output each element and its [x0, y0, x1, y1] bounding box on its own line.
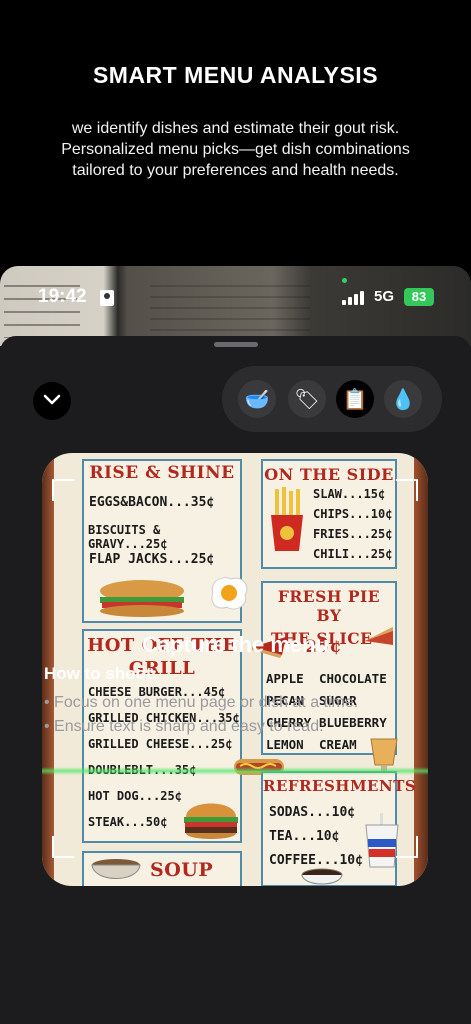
frame-corner — [52, 479, 74, 501]
mode-label-button[interactable]: 🏷 — [288, 380, 326, 418]
mode-selector: 🥣 🏷 📋 💧 — [222, 366, 442, 432]
capture-title: Capture the menu — [141, 632, 330, 657]
pie-flavor: APPLE — [266, 671, 304, 686]
mode-menu-button[interactable]: 📋 — [336, 380, 374, 418]
coffee-cup-illustration — [301, 868, 343, 885]
pie-flavor: BLUEBERRY — [319, 715, 387, 730]
soup-bowl-illustration — [91, 859, 141, 879]
menu-section-soup: SOUP — [82, 851, 242, 886]
tip-item: • Ensure text is sharp and easy to read. — [44, 718, 324, 735]
fries-illustration — [271, 487, 303, 551]
collapse-button[interactable] — [33, 382, 71, 420]
page-title: SMART MENU ANALYSIS — [92, 62, 379, 88]
tag-icon: 🏷 — [294, 387, 320, 411]
menu-item: CHIPS...10¢ — [313, 507, 393, 521]
sandwich-illustration — [100, 580, 184, 617]
section-title: SOUP — [150, 859, 214, 881]
id-card-icon — [100, 290, 114, 306]
menu-item: SLAW...15¢ — [313, 487, 386, 501]
tip-item: • Focus on one menu page or dish at a ti… — [44, 694, 359, 711]
section-title: REFRESHMENTS — [263, 777, 417, 795]
status-bar: 19:42 5G 83 — [0, 278, 471, 312]
menu-item: CHILI...25¢ — [313, 547, 393, 561]
menu-item: FRIES...25¢ — [313, 527, 393, 541]
mode-dish-button[interactable]: 🥣 — [238, 380, 276, 418]
menu-item: SODAS...10¢ — [269, 805, 356, 820]
menu-item: TEA...10¢ — [269, 829, 340, 844]
menu-item: BISCUITS & GRAVY...25¢ — [88, 523, 168, 551]
menu-item: HOT DOG...25¢ — [88, 789, 182, 803]
mode-drink-button[interactable]: 💧 — [384, 380, 422, 418]
network-type: 5G — [374, 288, 395, 305]
feature-description: we identify dishes and estimate their go… — [61, 120, 410, 179]
bowl-icon: 🥣 — [244, 387, 270, 411]
frame-corner — [396, 836, 418, 858]
signal-icon — [342, 291, 364, 305]
section-title: RISE & SHINE — [89, 463, 235, 483]
pie-flavor: CHOCOLATE — [319, 671, 387, 686]
section-title: ON THE SIDE — [264, 465, 394, 484]
camera-indicator-icon — [342, 278, 347, 283]
fried-egg-illustration — [211, 577, 248, 610]
intro-section: SMART MENU ANALYSIS we identify dishes a… — [0, 0, 471, 270]
menu-item: EGGS&BACON...35¢ — [89, 495, 215, 510]
how-to-shoot-heading: How to shoot: — [44, 664, 158, 683]
menu-item: FLAP JACKS...25¢ — [89, 552, 215, 567]
water-drop-icon: 💧 — [390, 387, 416, 411]
status-time: 19:42 — [38, 286, 87, 307]
clipboard-icon: 📋 — [342, 387, 368, 411]
frame-corner — [396, 479, 418, 501]
menu-item: COFFEE...10¢ — [269, 853, 363, 868]
chevron-down-icon — [43, 394, 61, 405]
battery-indicator: 83 — [404, 288, 434, 306]
pie-flavor: CREAM — [319, 737, 357, 752]
menu-section-on-the-side: ON THE SIDE SLAW...15¢ CHIPS...10¢ FRIES… — [261, 459, 397, 569]
sheet-grabber[interactable] — [214, 342, 258, 347]
burger-illustration — [184, 803, 238, 839]
scan-line — [42, 767, 428, 775]
menu-item: STEAK...50¢ — [88, 815, 168, 829]
frame-corner — [52, 836, 74, 858]
menu-item: GRILLED CHEESE...25¢ — [88, 737, 233, 751]
pie-flavor: LEMON — [266, 737, 304, 752]
